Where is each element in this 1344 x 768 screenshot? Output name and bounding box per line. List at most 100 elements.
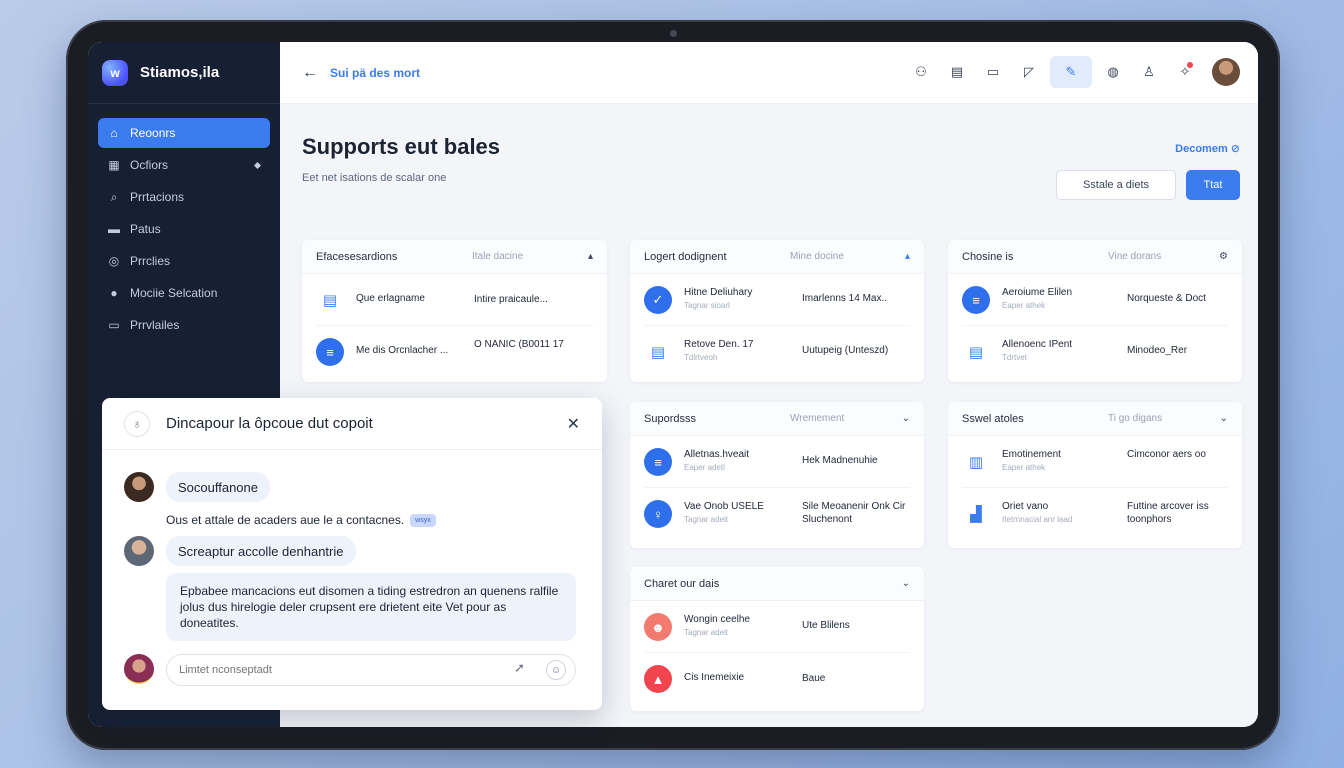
folder-icon: ▭	[108, 318, 120, 332]
list-icon: ≡	[962, 286, 990, 314]
sidebar-item-compass[interactable]: ◎ Prrclies	[98, 246, 270, 276]
chat-title: Dincapour la ôpcoue dut copoit	[166, 415, 373, 432]
home-icon: ⌂	[110, 126, 118, 140]
page-subtitle: Eet net isations de scalar one	[302, 172, 447, 184]
sidebar-item-label: Prrclies	[130, 254, 171, 268]
card-column-label: Mine docine	[790, 251, 844, 262]
back-arrow-icon[interactable]: ←	[302, 64, 318, 82]
list-icon: ≡	[644, 448, 672, 476]
docs-link-label: Decomem	[1175, 143, 1228, 155]
avatar	[124, 654, 154, 684]
clipboard-icon[interactable]: ▤	[942, 56, 972, 88]
card-column-label: Vine dorans	[1108, 251, 1162, 262]
card-2: Logert dodignent Mine docine ▴ ✓ Hitne D…	[630, 240, 924, 382]
brand[interactable]: w Stiamos,ila	[88, 42, 280, 104]
card-header[interactable]: Efacesesardions Itale dacine ▴	[302, 240, 607, 274]
list-item[interactable]: ✓ Hitne Deliuhary Tagnar sioarl Imarlenn…	[644, 274, 910, 326]
item-value: Uutupeig (Unteszd)	[802, 345, 889, 356]
clipboard-icon: ▤	[650, 344, 666, 361]
item-subtext: Eaper athek	[1002, 301, 1046, 310]
close-icon[interactable]: ✕	[567, 414, 580, 434]
card-title: Sswel atoles	[962, 412, 1024, 425]
document-icon[interactable]: ▭	[978, 56, 1008, 88]
compass-icon: ◎	[108, 254, 120, 268]
sidebar-item-label: Ocfiors	[130, 158, 169, 172]
check-icon: ✓	[644, 286, 672, 314]
chevron-down-icon[interactable]: ⌄	[902, 578, 910, 589]
item-subtext: Eaper adetl	[684, 463, 725, 472]
sidebar-item-user[interactable]: ● Mociie Selcation	[98, 278, 270, 308]
chat-message-long: Epbabee mancacions eut disomen a tiding …	[166, 573, 576, 641]
list-item[interactable]: ▤ Que erlagname Intire praicaule...	[316, 274, 593, 326]
chevron-down-icon[interactable]: ⌄	[902, 413, 910, 424]
toolbar-icons: ⚇ ▤ ▭ ◸ ✎ ◍ ♙ ✧	[906, 56, 1240, 88]
item-name: Emotinement	[1002, 449, 1061, 460]
card-title: Supordsss	[644, 412, 696, 425]
card-1: Efacesesardions Itale dacine ▴ ▤ Que erl…	[302, 240, 607, 382]
chat-message: Screaptur accolle denhantrie	[166, 536, 356, 566]
sidebar-item-folder[interactable]: ▭ Prrvlailes	[98, 310, 270, 340]
people-icon[interactable]: ⚇	[906, 56, 936, 88]
user-avatar[interactable]	[1212, 58, 1240, 86]
primary-button[interactable]: Ttat	[1186, 170, 1240, 200]
emoji-icon[interactable]: ☺	[546, 660, 566, 680]
camera-dot	[670, 30, 677, 37]
person-icon[interactable]: ♙	[1134, 56, 1164, 88]
topbar: ← Sui pä des mort ⚇ ▤ ▭ ◸ ✎ ◍ ♙ ✧	[280, 42, 1258, 104]
list-item[interactable]: ≡ Aeroiume Elilen Eaper athek Norqueste …	[962, 274, 1228, 326]
chevron-up-icon[interactable]: ▴	[905, 251, 910, 262]
item-name: Cis Inemeixie	[684, 672, 745, 683]
sidebar-item-search[interactable]: ⌕ Prrtacions	[98, 182, 270, 212]
globe-icon[interactable]: ◍	[1098, 56, 1128, 88]
clipboard-icon: ▤	[322, 292, 338, 309]
list-item[interactable]: ♀ Vae Onob USELE Tagnar adeit Sile Meoan…	[644, 488, 910, 540]
item-name: Retove Den. 17	[684, 339, 754, 350]
sidebar-item-home[interactable]: ⌂ Reoonrs	[98, 118, 270, 148]
list-item[interactable]: ≡ Me dis Orcnlacher ... O NANIC (B0011 1…	[316, 326, 593, 378]
list-item[interactable]: ▤ Allenoenc IPent Tdrtvet Minodeo_Rer	[962, 326, 1228, 378]
list-item[interactable]: ▟ Oriet vano Itetrnnacial anr laad Futti…	[962, 488, 1228, 540]
docs-link[interactable]: Decomem ⊘	[1175, 142, 1240, 155]
send-icon[interactable]: ➚	[514, 660, 525, 676]
item-name: Que erlagname	[356, 293, 425, 304]
sidebar-item-grid[interactable]: ▦ Ocfiors	[98, 150, 270, 180]
item-name: Me dis Orcnlacher ...	[356, 345, 449, 356]
card-header[interactable]: Supordsss Wremement ⌄	[630, 402, 924, 436]
chart-icon[interactable]: ◸	[1014, 56, 1044, 88]
card-header[interactable]: Logert dodignent Mine docine ▴	[630, 240, 924, 274]
settings-icon[interactable]: ⚙	[1219, 251, 1228, 262]
breadcrumb[interactable]: Sui pä des mort	[330, 66, 420, 80]
card-header[interactable]: Chosine is Vine dorans ⚙	[948, 240, 1242, 274]
list-item[interactable]: ☻ Wongin ceelhe Tagnar adeit Ute Blilens	[644, 601, 910, 653]
card-header[interactable]: Sswel atoles Ti go digans ⌄	[948, 402, 1242, 436]
page-title: Supports eut bales	[302, 134, 501, 159]
list-item[interactable]: ≡ Alletnas.hveait Eaper adetl Hek Madnen…	[644, 436, 910, 488]
pen-icon[interactable]: ✎	[1050, 56, 1092, 88]
card-header[interactable]: Charet our dais ⌄	[630, 567, 924, 601]
list-icon: ▬	[108, 222, 120, 236]
chevron-down-icon[interactable]: ⌄	[1220, 413, 1228, 424]
bar-chart-icon: ▟	[970, 506, 982, 523]
brand-name: Stiamos,ila	[140, 64, 220, 81]
card-title: Chosine is	[962, 250, 1014, 263]
sidebar-item-list[interactable]: ▬ Patus	[98, 214, 270, 244]
list-icon: ≡	[316, 338, 344, 366]
chat-header: ♁ Dincapour la ôpcoue dut copoit ✕	[102, 398, 602, 450]
list-item[interactable]: ▤ Retove Den. 17 Tdlrtveoh Uutupeig (Unt…	[644, 326, 910, 378]
chat-panel: ♁ Dincapour la ôpcoue dut copoit ✕ Socou…	[102, 398, 602, 710]
alert-icon: ▲	[644, 665, 672, 693]
notification-icon[interactable]: ✧	[1170, 56, 1200, 88]
sidebar-nav: ⌂ Reoonrs ▦ Ocfiors ⌕ Prrtacions ▬ Patus	[88, 104, 280, 356]
sidebar-item-label: Reoonrs	[130, 126, 176, 140]
secondary-button[interactable]: Sstale a diets	[1056, 170, 1176, 200]
card-column-label: Itale dacine	[472, 251, 524, 262]
sidebar-item-label: Prrvlailes	[130, 318, 180, 332]
avatar	[124, 536, 154, 566]
card-title: Efacesesardions	[316, 250, 398, 263]
item-value: Minodeo_Rer	[1127, 345, 1188, 356]
external-link-icon: ⊘	[1230, 143, 1240, 155]
chevron-up-icon[interactable]: ▴	[588, 251, 593, 262]
message-tag: wsyx	[410, 514, 436, 528]
list-item[interactable]: ▥ Emotinement Eaper athek Cimconor aers …	[962, 436, 1228, 488]
list-item[interactable]: ▲ Cis Inemeixie Baue	[644, 653, 910, 705]
